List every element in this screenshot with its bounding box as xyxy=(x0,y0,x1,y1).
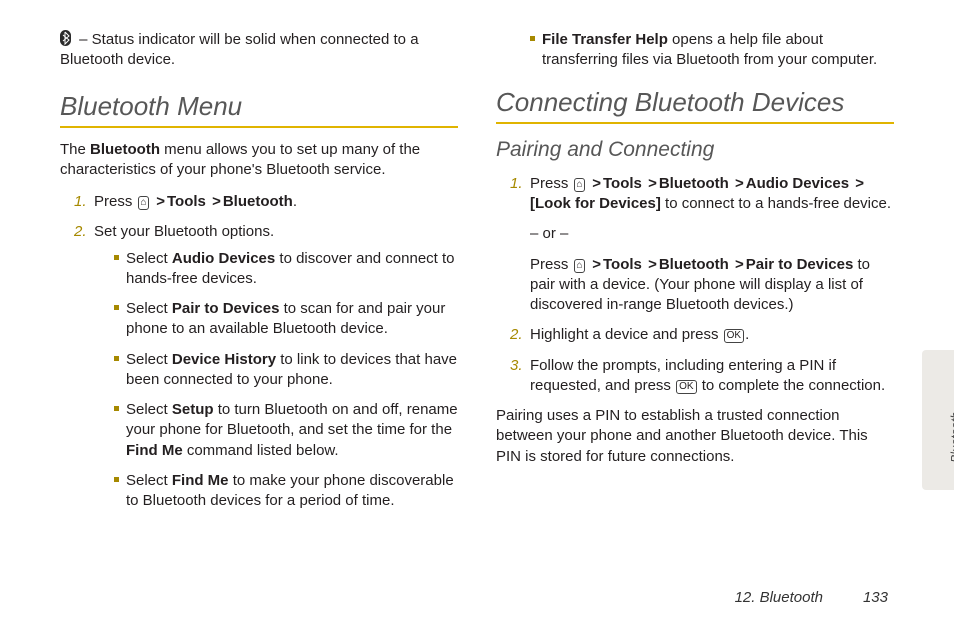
bluetooth-icon xyxy=(60,30,71,46)
or-separator: – or – xyxy=(530,224,894,244)
menu-key-icon: ⌂ xyxy=(574,178,586,192)
left-column: – Status indicator will be solid when co… xyxy=(60,30,458,521)
file-transfer-help-list: File Transfer Help opens a help file abo… xyxy=(496,30,894,71)
side-tab-label: Bluetooth xyxy=(948,412,954,463)
heading-rule xyxy=(60,126,458,128)
ok-key-icon: OK xyxy=(724,329,744,343)
step-press-tools-bluetooth: Press ⌂ >Tools >Bluetooth. xyxy=(78,192,458,212)
pairing-note: Pairing uses a PIN to establish a truste… xyxy=(496,406,894,467)
option-file-transfer-help: File Transfer Help opens a help file abo… xyxy=(530,30,894,71)
option-find-me: Select Find Me to make your phone discov… xyxy=(114,471,458,512)
step-set-options: Set your Bluetooth options. Select Audio… xyxy=(78,222,458,511)
status-indicator-line: – Status indicator will be solid when co… xyxy=(60,30,458,71)
subheading-pairing-connecting: Pairing and Connecting xyxy=(496,136,894,164)
bluetooth-options-list: Select Audio Devices to discover and con… xyxy=(94,249,458,512)
option-audio-devices: Select Audio Devices to discover and con… xyxy=(114,249,458,290)
bluetooth-menu-steps: Press ⌂ >Tools >Bluetooth. Set your Blue… xyxy=(60,192,458,511)
footer-chapter: 12. Bluetooth xyxy=(735,588,823,608)
menu-key-icon: ⌂ xyxy=(138,196,150,210)
heading-bluetooth-menu: Bluetooth Menu xyxy=(60,89,458,124)
step-highlight-device: Highlight a device and press OK. xyxy=(514,325,894,345)
option-device-history: Select Device History to link to devices… xyxy=(114,350,458,391)
breadcrumb-gt: > xyxy=(210,192,223,212)
step-look-for-devices: Press ⌂ >Tools >Bluetooth >Audio Devices… xyxy=(514,174,894,316)
option-setup: Select Setup to turn Bluetooth on and of… xyxy=(114,400,458,461)
breadcrumb-gt: > xyxy=(154,192,167,212)
option-pair-to-devices: Select Pair to Devices to scan for and p… xyxy=(114,299,458,340)
bluetooth-menu-intro: The Bluetooth menu allows you to set up … xyxy=(60,140,458,181)
right-column: File Transfer Help opens a help file abo… xyxy=(496,30,894,521)
heading-rule xyxy=(496,122,894,124)
step-follow-prompts: Follow the prompts, including entering a… xyxy=(514,356,894,397)
menu-key-icon: ⌂ xyxy=(574,259,586,273)
page-footer: 12. Bluetooth 133 xyxy=(735,588,888,608)
footer-page-number: 133 xyxy=(863,588,888,608)
heading-connecting-devices: Connecting Bluetooth Devices xyxy=(496,85,894,120)
ok-key-icon: OK xyxy=(676,380,696,394)
pairing-steps: Press ⌂ >Tools >Bluetooth >Audio Devices… xyxy=(496,174,894,396)
page-content: – Status indicator will be solid when co… xyxy=(0,0,954,521)
